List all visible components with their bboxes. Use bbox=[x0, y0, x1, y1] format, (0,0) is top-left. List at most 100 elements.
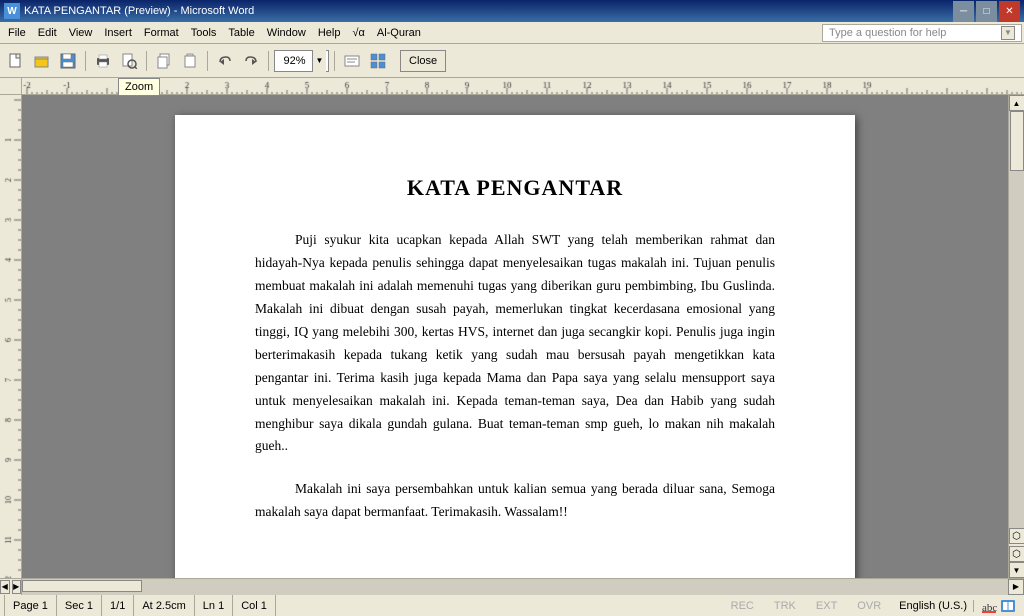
status-language: English (U.S.) bbox=[893, 600, 974, 612]
page-number: 1 bbox=[42, 600, 48, 612]
toolbar-btn-open[interactable] bbox=[30, 49, 54, 73]
scroll-btn-pageup[interactable]: ⬡ bbox=[1009, 528, 1024, 544]
toolbar: 92% ▼ Close bbox=[0, 44, 1024, 78]
ask-question-box[interactable]: Type a question for help ▼ bbox=[822, 24, 1022, 42]
title-bar-left: W KATA PENGANTAR (Preview) - Microsoft W… bbox=[4, 3, 254, 19]
app-icon: W bbox=[4, 3, 20, 19]
toolbar-btn-view[interactable] bbox=[366, 49, 390, 73]
vertical-scrollbar[interactable]: ▲ ⬡ ⬡ ▼ bbox=[1008, 95, 1024, 578]
h-scroll-left-button[interactable]: ◀ bbox=[0, 580, 10, 594]
menu-item-table[interactable]: Table bbox=[222, 22, 260, 43]
paste-icon bbox=[182, 53, 198, 69]
sec-label: Sec bbox=[65, 600, 84, 612]
paragraph-2: Makalah ini saya persembahkan untuk kali… bbox=[255, 478, 775, 524]
toolbar-separator-1 bbox=[85, 51, 86, 71]
status-col: Col 1 bbox=[233, 595, 276, 616]
at-label: At bbox=[142, 600, 152, 612]
scroll-area[interactable]: KATA PENGANTAR Puji syukur kita ucapkan … bbox=[22, 95, 1008, 578]
toolbar-btn-undo[interactable] bbox=[213, 49, 237, 73]
close-preview-label: Close bbox=[409, 55, 437, 67]
scroll-down-button[interactable]: ▼ bbox=[1009, 562, 1024, 578]
ovr-label: OVR bbox=[857, 600, 881, 612]
open-icon bbox=[34, 53, 50, 69]
status-ovr: OVR bbox=[849, 600, 889, 612]
paragraph-1: Puji syukur kita ucapkan kepada Allah SW… bbox=[255, 229, 775, 458]
ruler-canvas bbox=[22, 78, 1022, 95]
scroll-track[interactable] bbox=[1009, 111, 1024, 528]
trk-label: TRK bbox=[774, 600, 796, 612]
h-scroll-end-button[interactable]: ▶ bbox=[1008, 579, 1024, 595]
window-controls: ─ □ ✕ bbox=[953, 1, 1020, 22]
menu-item-alquran[interactable]: Al-Quran bbox=[371, 22, 427, 43]
scroll-thumb[interactable] bbox=[1010, 111, 1024, 171]
undo-icon bbox=[217, 53, 233, 69]
zoom-box[interactable]: 92% ▼ bbox=[274, 50, 329, 72]
status-page: Page 1 bbox=[4, 595, 57, 616]
menu-bar: File Edit View Insert Format Tools Table… bbox=[0, 22, 1024, 44]
toolbar-btn-copy[interactable] bbox=[152, 49, 176, 73]
menu-item-formula[interactable]: √α bbox=[346, 22, 370, 43]
menu-item-help[interactable]: Help bbox=[312, 22, 347, 43]
rec-label: REC bbox=[731, 600, 754, 612]
ln-value: 1 bbox=[218, 600, 224, 612]
zoom-dropdown-button[interactable]: ▼ bbox=[312, 50, 326, 72]
toolbar-separator-2 bbox=[146, 51, 147, 71]
status-ext: EXT bbox=[808, 600, 845, 612]
ext-label: EXT bbox=[816, 600, 837, 612]
extra-icon bbox=[344, 53, 360, 69]
maximize-button[interactable]: □ bbox=[976, 1, 997, 22]
toolbar-separator-4 bbox=[268, 51, 269, 71]
toolbar-btn-preview[interactable] bbox=[117, 49, 141, 73]
status-bar: Page 1 Sec 1 1/1 At 2.5cm Ln 1 Col 1 REC… bbox=[0, 594, 1024, 616]
sec-number: 1 bbox=[87, 600, 93, 612]
vertical-ruler bbox=[0, 95, 22, 578]
col-value: 1 bbox=[261, 600, 267, 612]
menu-item-view[interactable]: View bbox=[63, 22, 99, 43]
menu-item-file[interactable]: File bbox=[2, 22, 32, 43]
ask-question-text: Type a question for help bbox=[829, 27, 946, 39]
status-page-of: 1/1 bbox=[102, 595, 134, 616]
toolbar-btn-redo[interactable] bbox=[239, 49, 263, 73]
document-title: KATA PENGANTAR bbox=[255, 175, 775, 201]
menu-item-window[interactable]: Window bbox=[261, 22, 312, 43]
status-trk: TRK bbox=[766, 600, 804, 612]
h-scroll-track[interactable] bbox=[22, 579, 1008, 595]
page-of: 1/1 bbox=[110, 600, 125, 612]
zoom-tooltip: Zoom bbox=[118, 78, 160, 96]
v-ruler-canvas bbox=[0, 95, 22, 578]
print-icon bbox=[95, 53, 111, 69]
save-icon bbox=[60, 53, 76, 69]
toolbar-btn-print[interactable] bbox=[91, 49, 115, 73]
zoom-input[interactable]: 92% bbox=[277, 55, 312, 67]
menu-item-format[interactable]: Format bbox=[138, 22, 185, 43]
toolbar-btn-extra[interactable] bbox=[340, 49, 364, 73]
minimize-button[interactable]: ─ bbox=[953, 1, 974, 22]
document-page: KATA PENGANTAR Puji syukur kita ucapkan … bbox=[175, 115, 855, 578]
toolbar-btn-new[interactable] bbox=[4, 49, 28, 73]
at-value: 2.5cm bbox=[156, 600, 186, 612]
redo-icon bbox=[243, 53, 259, 69]
horizontal-scrollbar: ◀ ▶ ▶ bbox=[0, 578, 1024, 594]
language-label: English (U.S.) bbox=[899, 600, 967, 612]
toolbar-btn-save[interactable] bbox=[56, 49, 80, 73]
ln-label: Ln bbox=[203, 600, 215, 612]
scroll-corner: ◀ ▶ bbox=[0, 579, 22, 595]
menu-bar-right: Type a question for help ▼ bbox=[822, 24, 1022, 42]
scroll-btn-pagedown[interactable]: ⬡ bbox=[1009, 546, 1024, 562]
page-label: Page bbox=[13, 600, 39, 612]
preview-icon bbox=[121, 53, 137, 69]
status-at: At 2.5cm bbox=[134, 595, 194, 616]
menu-item-tools[interactable]: Tools bbox=[185, 22, 223, 43]
toolbar-separator-5 bbox=[334, 51, 335, 71]
title-bar: W KATA PENGANTAR (Preview) - Microsoft W… bbox=[0, 0, 1024, 22]
h-scroll-thumb[interactable] bbox=[22, 580, 142, 592]
ask-dropdown-button[interactable]: ▼ bbox=[1001, 26, 1015, 40]
menu-item-edit[interactable]: Edit bbox=[32, 22, 63, 43]
status-rec: REC bbox=[723, 600, 762, 612]
close-preview-btn[interactable]: Close bbox=[400, 50, 446, 72]
menu-item-insert[interactable]: Insert bbox=[98, 22, 138, 43]
close-window-button[interactable]: ✕ bbox=[999, 1, 1020, 22]
scroll-up-button[interactable]: ▲ bbox=[1009, 95, 1024, 111]
h-scroll-right-button[interactable]: ▶ bbox=[12, 580, 22, 594]
toolbar-btn-paste[interactable] bbox=[178, 49, 202, 73]
